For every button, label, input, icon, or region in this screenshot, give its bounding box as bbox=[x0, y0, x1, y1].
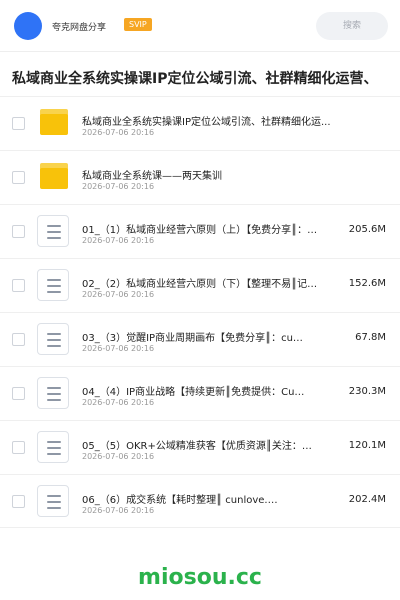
checkbox[interactable] bbox=[12, 387, 25, 400]
checkbox[interactable] bbox=[12, 279, 25, 292]
list-item[interactable]: 03_（3）觉醒IP商业周期画布【免费分享║：cu… 2026-07-06 20… bbox=[0, 312, 400, 366]
list-item[interactable]: 04_（4）IP商业战略【持续更新║免费提供：Cu… 2026-07-06 20… bbox=[0, 366, 400, 420]
file-date: 2026-07-06 20:16 bbox=[82, 506, 155, 515]
file-date: 2026-07-06 20:16 bbox=[82, 290, 155, 299]
avatar[interactable] bbox=[14, 12, 42, 40]
document-icon bbox=[37, 485, 69, 517]
file-size: 202.4M bbox=[348, 494, 386, 505]
file-name: 01_（1）私域商业经营六原则（上）【免费分享║：… bbox=[82, 225, 318, 236]
search-input[interactable]: 搜索 bbox=[316, 12, 388, 40]
list-item[interactable]: 01_（1）私域商业经营六原则（上）【免费分享║：… 2026-07-06 20… bbox=[0, 204, 400, 258]
file-name: 私域商业全系统课——两天集训 bbox=[82, 171, 222, 182]
document-icon bbox=[37, 215, 69, 247]
list-item[interactable]: 私域商业全系统实操课IP定位公域引流、社群精细化运... 2026-07-06 … bbox=[0, 96, 400, 150]
list-item[interactable]: 02_（2）私域商业经营六原则（下）【整理不易║记… 2026-07-06 20… bbox=[0, 258, 400, 312]
file-date: 2026-07-06 20:16 bbox=[82, 182, 155, 191]
file-name: 私域商业全系统实操课IP定位公域引流、社群精细化运... bbox=[82, 117, 331, 128]
list-item[interactable]: 05_（5）OKR+公域精准获客【优质资源║关注：… 2026-07-06 20… bbox=[0, 420, 400, 474]
file-name: 05_（5）OKR+公域精准获客【优质资源║关注：… bbox=[82, 441, 312, 452]
watermark: miosou.cc bbox=[138, 565, 262, 590]
file-date: 2026-07-06 20:16 bbox=[82, 128, 155, 137]
file-list: 私域商业全系统实操课IP定位公域引流、社群精细化运... 2026-07-06 … bbox=[0, 96, 400, 528]
file-date: 2026-07-06 20:16 bbox=[82, 344, 155, 353]
checkbox[interactable] bbox=[12, 495, 25, 508]
folder-icon bbox=[40, 163, 68, 189]
checkbox[interactable] bbox=[12, 171, 25, 184]
file-size: 205.6M bbox=[348, 224, 386, 235]
folder-icon bbox=[40, 109, 68, 135]
file-size: 230.3M bbox=[348, 386, 386, 397]
file-name: 04_（4）IP商业战略【持续更新║免费提供：Cu… bbox=[82, 387, 305, 398]
list-item[interactable]: 06_（6）成交系统【耗时整理║ cunlove.… 2026-07-06 20… bbox=[0, 474, 400, 528]
document-icon bbox=[37, 269, 69, 301]
checkbox[interactable] bbox=[12, 333, 25, 346]
file-size: 152.6M bbox=[348, 278, 386, 289]
file-date: 2026-07-06 20:16 bbox=[82, 452, 155, 461]
checkbox[interactable] bbox=[12, 441, 25, 454]
username: 夸克网盘分享 bbox=[52, 23, 107, 33]
page-title: 私域商业全系统实操课IP定位公域引流、社群精细化运营、 bbox=[12, 71, 378, 87]
document-icon bbox=[37, 377, 69, 409]
file-size: 120.1M bbox=[348, 440, 386, 451]
file-size: 67.8M bbox=[355, 332, 386, 343]
file-date: 2026-07-06 20:16 bbox=[82, 398, 155, 407]
document-icon bbox=[37, 431, 69, 463]
header: 夸克网盘分享 SVIP 搜索 bbox=[0, 0, 400, 52]
checkbox[interactable] bbox=[12, 117, 25, 130]
file-name: 06_（6）成交系统【耗时整理║ cunlove.… bbox=[82, 495, 278, 506]
checkbox[interactable] bbox=[12, 225, 25, 238]
file-date: 2026-07-06 20:16 bbox=[82, 236, 155, 245]
svip-badge: SVIP bbox=[124, 18, 152, 31]
file-name: 03_（3）觉醒IP商业周期画布【免费分享║：cu… bbox=[82, 333, 303, 344]
file-name: 02_（2）私域商业经营六原则（下）【整理不易║记… bbox=[82, 279, 318, 290]
document-icon bbox=[37, 323, 69, 355]
list-item[interactable]: 私域商业全系统课——两天集训 2026-07-06 20:16 bbox=[0, 150, 400, 204]
